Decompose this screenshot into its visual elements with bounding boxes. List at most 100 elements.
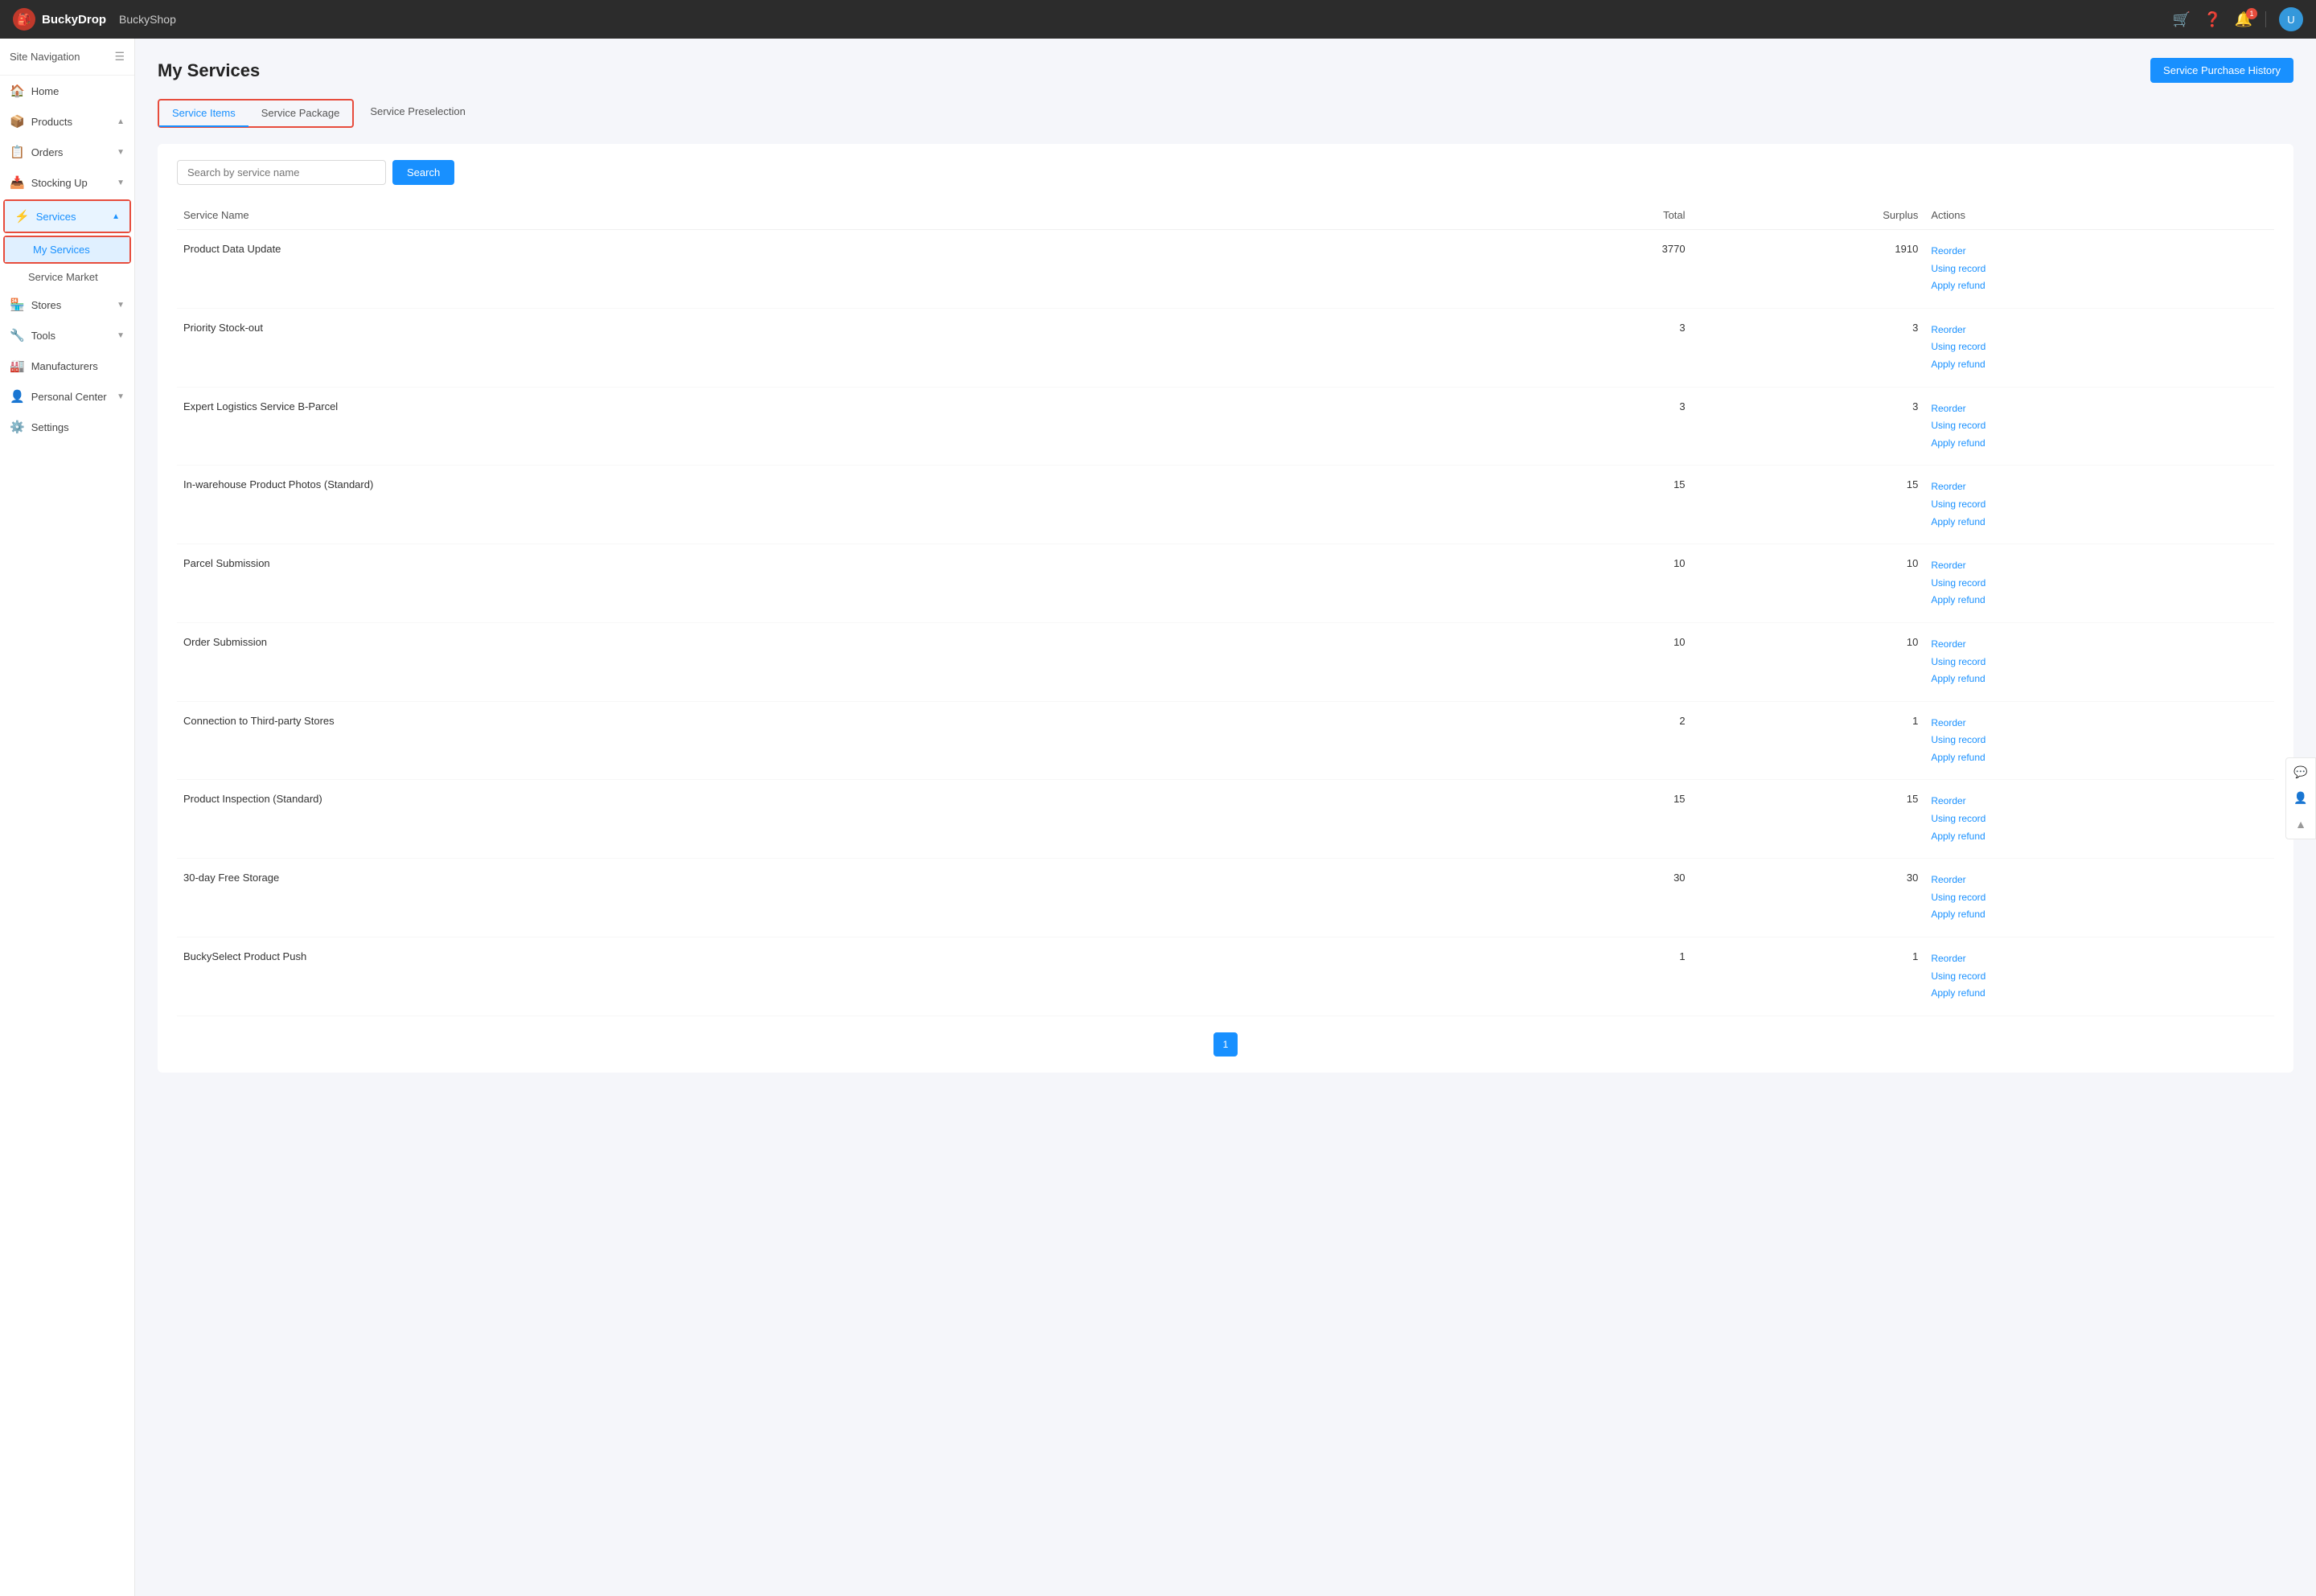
- action-link-apply-refund[interactable]: Apply refund: [1931, 828, 2268, 846]
- sidebar-item-stores[interactable]: 🏪 Stores ▼: [0, 289, 134, 320]
- cell-total: 1: [1459, 937, 1692, 1016]
- cell-surplus: 1910: [1692, 230, 1925, 309]
- sidebar-item-products[interactable]: 📦 Products ▲: [0, 106, 134, 137]
- action-link-apply-refund[interactable]: Apply refund: [1931, 749, 2268, 767]
- page-title: My Services: [158, 60, 260, 81]
- service-market-label: Service Market: [28, 271, 98, 283]
- chevron-down-icon: ▼: [117, 301, 125, 310]
- tab-service-items[interactable]: Service Items: [159, 101, 248, 127]
- action-link-using-record[interactable]: Using record: [1931, 261, 2268, 278]
- action-link-reorder[interactable]: Reorder: [1931, 478, 2268, 496]
- action-link-reorder[interactable]: Reorder: [1931, 950, 2268, 968]
- table-row: In-warehouse Product Photos (Standard)15…: [177, 466, 2274, 544]
- cell-surplus: 1: [1692, 937, 1925, 1016]
- search-input[interactable]: [177, 160, 386, 185]
- chevron-down-icon: ▼: [117, 148, 125, 157]
- sidebar-item-orders[interactable]: 📋 Orders ▼: [0, 137, 134, 167]
- sidebar-item-manufacturers[interactable]: 🏭 Manufacturers: [0, 351, 134, 381]
- chevron-down-icon: ▼: [117, 392, 125, 401]
- top-navigation: 🎒 BuckyDrop BuckyShop 🛒 ❓ 🔔 1 U: [0, 0, 2316, 39]
- tab-service-preselection[interactable]: Service Preselection: [357, 99, 478, 128]
- action-link-apply-refund[interactable]: Apply refund: [1931, 985, 2268, 1003]
- cell-service-name: BuckySelect Product Push: [177, 937, 1459, 1016]
- action-link-using-record[interactable]: Using record: [1931, 496, 2268, 514]
- action-link-reorder[interactable]: Reorder: [1931, 793, 2268, 810]
- action-link-apply-refund[interactable]: Apply refund: [1931, 514, 2268, 531]
- action-link-reorder[interactable]: Reorder: [1931, 715, 2268, 732]
- float-icon-1[interactable]: 💬: [2289, 761, 2312, 784]
- cell-total: 3: [1459, 387, 1692, 466]
- table-row: 30-day Free Storage3030ReorderUsing reco…: [177, 859, 2274, 937]
- my-services-label: My Services: [33, 244, 90, 256]
- table-row: Order Submission1010ReorderUsing recordA…: [177, 622, 2274, 701]
- content-card: Search Service Name Total Surplus Action…: [158, 144, 2293, 1073]
- page-header: My Services Service Purchase History: [158, 58, 2293, 83]
- float-icon-2[interactable]: 👤: [2289, 787, 2312, 810]
- sidebar-item-settings[interactable]: ⚙️ Settings: [0, 412, 134, 442]
- sidebar-menu-icon[interactable]: ☰: [114, 50, 125, 64]
- cell-total: 3770: [1459, 230, 1692, 309]
- person-icon: 👤: [10, 389, 25, 404]
- action-link-using-record[interactable]: Using record: [1931, 417, 2268, 435]
- float-icon-top[interactable]: ▲: [2289, 813, 2312, 835]
- cell-actions: ReorderUsing recordApply refund: [1924, 387, 2274, 466]
- sidebar-item-services[interactable]: ⚡ Services ▲: [5, 201, 129, 232]
- sidebar-item-label: Stores: [31, 299, 110, 311]
- table-row: BuckySelect Product Push11ReorderUsing r…: [177, 937, 2274, 1016]
- cell-actions: ReorderUsing recordApply refund: [1924, 859, 2274, 937]
- action-link-reorder[interactable]: Reorder: [1931, 322, 2268, 339]
- action-link-using-record[interactable]: Using record: [1931, 968, 2268, 986]
- action-link-apply-refund[interactable]: Apply refund: [1931, 435, 2268, 453]
- action-link-reorder[interactable]: Reorder: [1931, 557, 2268, 575]
- brand-logo[interactable]: 🎒 BuckyDrop: [13, 8, 106, 31]
- cell-actions: ReorderUsing recordApply refund: [1924, 544, 2274, 623]
- action-link-reorder[interactable]: Reorder: [1931, 636, 2268, 654]
- cell-total: 3: [1459, 308, 1692, 387]
- page-button-1[interactable]: 1: [1213, 1032, 1238, 1056]
- action-link-using-record[interactable]: Using record: [1931, 810, 2268, 828]
- sidebar-item-tools[interactable]: 🔧 Tools ▼: [0, 320, 134, 351]
- action-link-apply-refund[interactable]: Apply refund: [1931, 277, 2268, 295]
- chevron-up-icon: ▲: [112, 212, 120, 221]
- action-link-using-record[interactable]: Using record: [1931, 889, 2268, 907]
- action-link-apply-refund[interactable]: Apply refund: [1931, 906, 2268, 924]
- action-link-using-record[interactable]: Using record: [1931, 338, 2268, 356]
- cell-surplus: 30: [1692, 859, 1925, 937]
- cell-actions: ReorderUsing recordApply refund: [1924, 780, 2274, 859]
- cart-icon[interactable]: 🛒: [2173, 11, 2191, 28]
- nav-divider: [2265, 11, 2266, 27]
- cell-surplus: 15: [1692, 780, 1925, 859]
- tab-service-package[interactable]: Service Package: [248, 101, 353, 127]
- action-link-apply-refund[interactable]: Apply refund: [1931, 356, 2268, 374]
- action-link-using-record[interactable]: Using record: [1931, 654, 2268, 671]
- cell-service-name: Product Data Update: [177, 230, 1459, 309]
- stores-icon: 🏪: [10, 297, 25, 312]
- main-content: My Services Service Purchase History Ser…: [135, 39, 2316, 1596]
- sidebar-item-stocking-up[interactable]: 📥 Stocking Up ▼: [0, 167, 134, 198]
- action-link-apply-refund[interactable]: Apply refund: [1931, 592, 2268, 609]
- notification-icon[interactable]: 🔔 1: [2235, 11, 2252, 28]
- action-link-using-record[interactable]: Using record: [1931, 732, 2268, 749]
- sidebar-item-personal-center[interactable]: 👤 Personal Center ▼: [0, 381, 134, 412]
- sidebar-item-home[interactable]: 🏠 Home: [0, 76, 134, 106]
- action-link-apply-refund[interactable]: Apply refund: [1931, 671, 2268, 688]
- cell-service-name: Priority Stock-out: [177, 308, 1459, 387]
- cell-surplus: 10: [1692, 622, 1925, 701]
- action-link-reorder[interactable]: Reorder: [1931, 400, 2268, 418]
- sidebar-item-label: Products: [31, 116, 110, 128]
- cell-actions: ReorderUsing recordApply refund: [1924, 308, 2274, 387]
- avatar[interactable]: U: [2279, 7, 2303, 31]
- cell-service-name: In-warehouse Product Photos (Standard): [177, 466, 1459, 544]
- sidebar-sub-item-service-market[interactable]: Service Market: [0, 265, 134, 289]
- sidebar-sub-item-my-services[interactable]: My Services: [5, 237, 129, 262]
- action-link-reorder[interactable]: Reorder: [1931, 243, 2268, 261]
- action-link-using-record[interactable]: Using record: [1931, 575, 2268, 593]
- service-purchase-history-button[interactable]: Service Purchase History: [2150, 58, 2293, 83]
- table-row: Priority Stock-out33ReorderUsing recordA…: [177, 308, 2274, 387]
- help-icon[interactable]: ❓: [2203, 11, 2221, 28]
- search-button[interactable]: Search: [392, 160, 454, 185]
- cell-surplus: 3: [1692, 387, 1925, 466]
- action-link-reorder[interactable]: Reorder: [1931, 872, 2268, 889]
- cell-actions: ReorderUsing recordApply refund: [1924, 937, 2274, 1016]
- sidebar-item-label: Services: [36, 211, 105, 223]
